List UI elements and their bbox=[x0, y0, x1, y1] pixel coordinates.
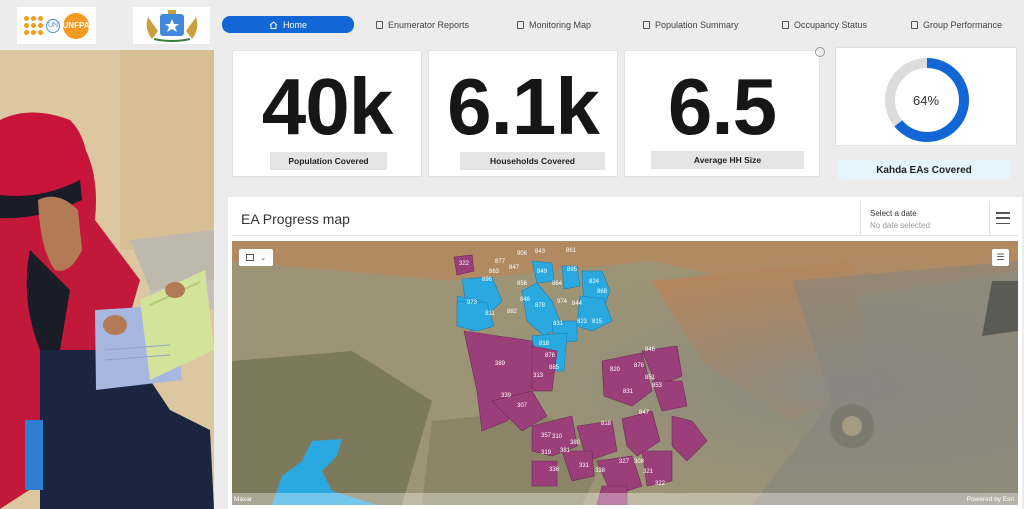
ea-gauge-card: 64% bbox=[835, 47, 1017, 146]
ea-label[interactable]: 864 bbox=[552, 281, 563, 287]
ea-label[interactable]: 843 bbox=[535, 249, 546, 255]
ea-label[interactable]: 831 bbox=[623, 389, 634, 395]
ea-label[interactable]: 313 bbox=[533, 373, 544, 379]
ea-label[interactable]: 307 bbox=[517, 403, 528, 409]
ea-label[interactable]: 861 bbox=[566, 248, 577, 254]
map-page-icon bbox=[517, 21, 524, 29]
ea-label[interactable]: 973 bbox=[467, 300, 478, 306]
legend-icon: ☰ bbox=[996, 252, 1005, 262]
somalia-coat-of-arms-logo[interactable] bbox=[133, 7, 210, 44]
nav-population-summary[interactable]: Population Summary bbox=[643, 16, 739, 34]
ea-label[interactable]: 882 bbox=[507, 309, 518, 315]
avg-hh-label: Average HH Size bbox=[651, 151, 804, 169]
nav-group-performance[interactable]: Group Performance bbox=[911, 16, 1002, 34]
ea-progress-map[interactable]: 877 906 843 861 863 847 896 856 849 864 895 824 968 9… bbox=[232, 241, 1018, 505]
map-attribution-bar bbox=[232, 493, 1018, 505]
ea-label[interactable]: 906 bbox=[517, 251, 528, 257]
legend-button[interactable]: ☰ bbox=[992, 249, 1009, 266]
ea-label[interactable]: 853 bbox=[652, 383, 663, 389]
ea-label[interactable]: 820 bbox=[610, 367, 621, 373]
summary-page-icon bbox=[643, 21, 650, 29]
ea-label[interactable]: 327 bbox=[619, 459, 630, 465]
ea-label[interactable]: 815 bbox=[592, 319, 603, 325]
ea-label[interactable]: 877 bbox=[495, 259, 506, 265]
map-title: EA Progress map bbox=[241, 211, 350, 227]
ea-label[interactable]: 895 bbox=[567, 267, 578, 273]
info-icon[interactable] bbox=[815, 47, 825, 57]
ea-label[interactable]: 968 bbox=[597, 289, 608, 295]
date-selector[interactable]: Select a date No date selected bbox=[860, 202, 990, 236]
home-icon bbox=[269, 20, 278, 29]
ea-coverage-label: Kahda EAs Covered bbox=[838, 160, 1010, 180]
ea-label[interactable]: 319 bbox=[541, 450, 552, 456]
ea-label[interactable]: 863 bbox=[489, 269, 500, 275]
ea-label[interactable]: 851 bbox=[645, 375, 656, 381]
ea-label[interactable]: 818 bbox=[539, 341, 550, 347]
ea-label[interactable]: 331 bbox=[579, 463, 590, 469]
ea-label[interactable]: 844 bbox=[572, 301, 583, 307]
performance-page-icon bbox=[911, 21, 918, 29]
ea-label[interactable]: 322 bbox=[655, 481, 666, 487]
ea-label[interactable]: 322 bbox=[459, 261, 470, 267]
top-navigation-bar: UN UNFPA Home Enumerator Reports Monitor… bbox=[0, 0, 1024, 50]
ea-label[interactable]: 811 bbox=[485, 311, 495, 317]
households-label: Households Covered bbox=[460, 152, 605, 170]
ea-label[interactable]: 876 bbox=[634, 363, 645, 369]
layer-icon bbox=[246, 254, 255, 261]
population-card: 40k Population Covered bbox=[232, 50, 422, 177]
households-value: 6.1k bbox=[447, 62, 600, 151]
nav-home-button[interactable]: Home bbox=[222, 16, 354, 33]
hamburger-menu-icon[interactable] bbox=[996, 212, 1010, 224]
ea-label[interactable]: 338 bbox=[595, 468, 606, 474]
ea-label[interactable]: 310 bbox=[552, 434, 563, 440]
ea-label[interactable]: 308 bbox=[634, 459, 645, 465]
ea-coverage-percent: 64% bbox=[912, 93, 940, 108]
ea-label[interactable]: 389 bbox=[495, 361, 506, 367]
avg-hh-card: 6.5 Average HH Size bbox=[624, 47, 825, 177]
ea-label[interactable]: 878 bbox=[535, 303, 546, 309]
ea-label[interactable]: 831 bbox=[553, 321, 564, 327]
nav-monitoring-map[interactable]: Monitoring Map bbox=[517, 16, 591, 34]
unfpa-circle: UNFPA bbox=[63, 12, 89, 39]
date-selector-label: Select a date bbox=[870, 209, 917, 218]
ea-label[interactable]: 824 bbox=[589, 279, 600, 285]
report-icon bbox=[376, 21, 383, 29]
ea-label[interactable]: 847 bbox=[639, 410, 650, 416]
ea-label[interactable]: 321 bbox=[643, 469, 654, 475]
layer-list-button[interactable]: ⌄ bbox=[239, 249, 273, 266]
unfpa-dots-icon bbox=[24, 16, 43, 35]
population-value: 40k bbox=[261, 62, 393, 151]
ea-label[interactable]: 847 bbox=[509, 265, 520, 271]
ea-label[interactable]: 339 bbox=[501, 393, 512, 399]
ea-label[interactable]: 818 bbox=[601, 421, 612, 427]
ea-label[interactable]: 974 bbox=[557, 299, 568, 305]
ea-label[interactable]: 876 bbox=[545, 353, 556, 359]
ea-label[interactable]: 381 bbox=[560, 448, 571, 454]
ea-label[interactable]: 846 bbox=[520, 297, 531, 303]
ea-label[interactable]: 885 bbox=[549, 365, 560, 371]
nav-occupancy-status[interactable]: Occupancy Status bbox=[782, 16, 867, 34]
ea-label[interactable]: 380 bbox=[570, 440, 581, 446]
map-canvas[interactable]: 877 906 843 861 863 847 896 856 849 864 895 824 968 9… bbox=[232, 241, 1018, 505]
population-label: Population Covered bbox=[270, 152, 387, 170]
occupancy-page-icon bbox=[782, 21, 789, 29]
ea-label[interactable]: 357 bbox=[541, 433, 552, 439]
map-attribution-esri[interactable]: Powered by Esri bbox=[967, 496, 1014, 503]
ea-label[interactable]: 856 bbox=[517, 281, 528, 287]
chevron-down-icon: ⌄ bbox=[260, 254, 266, 262]
ea-label[interactable]: 896 bbox=[482, 277, 493, 283]
map-header: EA Progress map Select a date No date se… bbox=[232, 202, 1018, 236]
date-selector-value: No date selected bbox=[870, 221, 931, 230]
ea-label[interactable]: 336 bbox=[549, 467, 560, 473]
enumerator-photo bbox=[0, 50, 214, 509]
ea-label[interactable]: 846 bbox=[645, 347, 656, 353]
unfpa-logo[interactable]: UN UNFPA bbox=[17, 7, 96, 44]
ea-label[interactable]: 823 bbox=[577, 319, 588, 325]
un-emblem-icon: UN bbox=[46, 18, 60, 33]
households-card: 6.1k Households Covered bbox=[428, 50, 618, 177]
ea-label[interactable]: 849 bbox=[537, 269, 548, 275]
avg-hh-value: 6.5 bbox=[667, 62, 777, 151]
map-attribution-maxar: Maxar bbox=[234, 496, 253, 503]
nav-enumerator-reports[interactable]: Enumerator Reports bbox=[376, 16, 469, 34]
